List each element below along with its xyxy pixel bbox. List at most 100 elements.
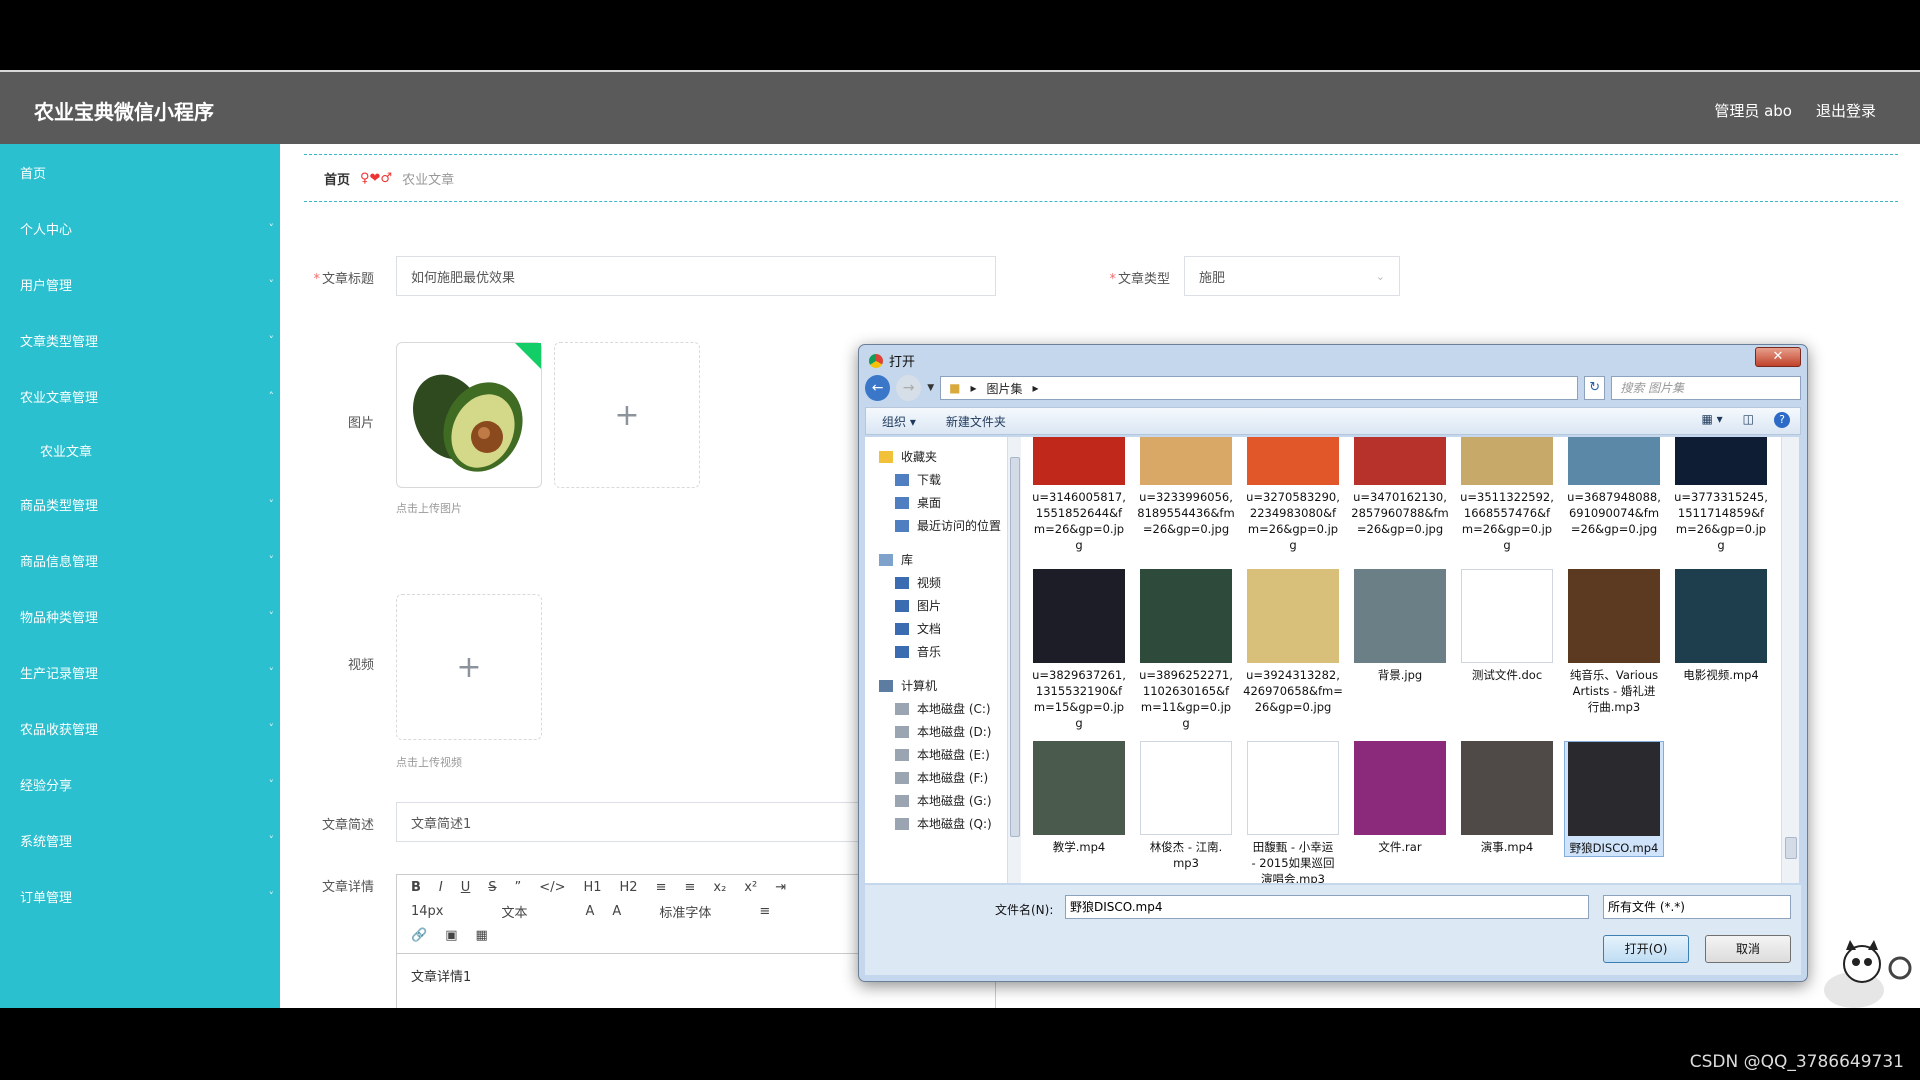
image-icon[interactable]: ▣ [445,928,457,943]
font-family-select[interactable]: 标准字体 [659,902,711,921]
nav-drive-item[interactable]: 本地磁盘 (G:) [865,789,1014,812]
underline-icon[interactable]: U [461,880,471,895]
filename-input[interactable]: 野狼DISCO.mp4 [1065,895,1589,919]
open-button[interactable]: 打开(O) [1603,935,1689,963]
align-icon[interactable]: ≡ [759,904,770,919]
sidebar-item[interactable]: 商品信息管理 ˅ [0,532,280,588]
superscript-icon[interactable]: x² [744,880,757,895]
strike-icon[interactable]: S [488,880,496,895]
address-bar[interactable]: ■ ▸ 图片集 ▸ [940,376,1578,400]
nav-favorites[interactable]: 收藏夹 [865,445,1014,468]
file-item[interactable]: 野狼DISCO.mp4 [1564,741,1664,857]
file-item[interactable]: u=3511322592, 1668557476&f m=26&gp=0.jp g [1457,437,1557,553]
file-item[interactable]: u=3470162130, 2857960788&fm =26&gp=0.jpg [1350,437,1450,537]
nav-drive-item[interactable]: 本地磁盘 (F:) [865,766,1014,789]
nav-drive-item[interactable]: 本地磁盘 (C:) [865,697,1014,720]
title-input[interactable]: 如何施肥最优效果 [396,256,996,296]
nav-computer[interactable]: 计算机 [865,674,1014,697]
sidebar-item[interactable]: 生产记录管理 ˅ [0,644,280,700]
file-item[interactable]: 测试文件.doc [1457,569,1557,683]
forward-icon[interactable]: → [896,375,922,401]
header-actions: 管理员 abo 退出登录 [1714,100,1876,121]
indent-icon[interactable]: ⇥ [775,880,786,895]
type-select[interactable]: 施肥 ⌄ [1184,256,1400,296]
bold-icon[interactable]: B [411,880,421,895]
sidebar-item[interactable]: 物品种类管理 ˅ [0,588,280,644]
preview-pane-icon[interactable]: ◫ [1743,412,1754,428]
video-icon[interactable]: ▦ [475,928,487,943]
history-dropdown-icon[interactable]: ▼ [927,383,934,393]
dialog-search-input[interactable]: 搜索 图片集 [1611,376,1801,400]
close-button[interactable]: ✕ [1755,347,1801,367]
file-type-select[interactable]: 所有文件 (*.*) [1603,895,1791,919]
block-format-select[interactable]: 文本 [502,902,528,921]
sidebar-item[interactable]: 用户管理 ˅ [0,256,280,312]
nav-favorite-item[interactable]: 桌面 [865,491,1014,514]
view-mode-icon[interactable]: ▦ ▾ [1701,412,1722,428]
nav-library-item[interactable]: 文档 [865,617,1014,640]
nav-drive-item[interactable]: 本地磁盘 (D:) [865,720,1014,743]
font-size-select[interactable]: 14px [411,904,444,919]
file-item[interactable]: u=3270583290, 2234983080&f m=26&gp=0.jp g [1243,437,1343,553]
file-item[interactable]: 田馥甄 - 小幸运 - 2015如果巡回 演唱会.mp3 [1243,741,1343,883]
ordered-list-icon[interactable]: ≡ [656,880,667,895]
file-item[interactable]: 林俊杰 - 江南. mp3 [1136,741,1236,871]
sidebar-item[interactable]: 个人中心 ˅ [0,200,280,256]
font-color-icon[interactable]: A [586,904,595,919]
file-item[interactable]: 教学.mp4 [1029,741,1129,855]
uploaded-image[interactable] [396,342,542,488]
sidebar-item[interactable]: 首页 [0,144,280,200]
h1-icon[interactable]: H1 [583,880,601,895]
file-item[interactable]: u=3773315245, 1511714859&f m=26&gp=0.jp g [1671,437,1771,553]
file-item[interactable]: u=3924313282, 426970658&fm= 26&gp=0.jpg [1243,569,1343,715]
organize-button[interactable]: 组织 ▾ [882,413,916,430]
code-icon[interactable]: </> [539,880,565,895]
nav-drive-item[interactable]: 本地磁盘 (Q:) [865,812,1014,835]
file-item[interactable]: u=3233996056, 8189554436&fm =26&gp=0.jpg [1136,437,1236,537]
sidebar-item[interactable]: 农品收获管理 ˅ [0,700,280,756]
nav-favorite-item[interactable]: 下载 [865,468,1014,491]
dialog-title: 打开 [889,355,916,370]
file-item[interactable]: u=3687948088, 691090074&fm =26&gp=0.jpg [1564,437,1664,537]
breadcrumb-home[interactable]: 首页 [324,169,350,188]
file-item[interactable]: 文件.rar [1350,741,1450,855]
file-item[interactable]: u=3829637261, 1315532190&f m=15&gp=0.jp g [1029,569,1129,731]
nav-favorite-item[interactable]: 最近访问的位置 [865,514,1014,537]
image-upload-button[interactable]: + [554,342,700,488]
sidebar-item[interactable]: 农业文章 [0,424,280,476]
file-item[interactable]: 背景.jpg [1350,569,1450,683]
nav-library-item[interactable]: 音乐 [865,640,1014,663]
sidebar-item[interactable]: 农业文章管理 ˄ [0,368,280,424]
sidebar-item[interactable]: 订单管理 ˅ [0,868,280,924]
h2-icon[interactable]: H2 [620,880,638,895]
nav-library[interactable]: 库 [865,548,1014,571]
subscript-icon[interactable]: x₂ [713,880,726,895]
help-icon[interactable]: ? [1774,412,1790,428]
file-item[interactable]: 电影视频.mp4 [1671,569,1771,683]
sidebar-item[interactable]: 文章类型管理 ˅ [0,312,280,368]
nav-library-item[interactable]: 图片 [865,594,1014,617]
refresh-icon[interactable]: ↻ [1584,376,1606,400]
video-upload-button[interactable]: + [396,594,542,740]
nav-library-item[interactable]: 视频 [865,571,1014,594]
sidebar-item[interactable]: 经验分享 ˅ [0,756,280,812]
quote-icon[interactable]: ” [515,880,522,895]
address-path[interactable]: 图片集 [987,380,1023,397]
file-item[interactable]: 演事.mp4 [1457,741,1557,855]
sidebar-item[interactable]: 商品类型管理 ˅ [0,476,280,532]
file-item[interactable]: 纯音乐、Various Artists - 婚礼进 行曲.mp3 [1564,569,1664,715]
file-item[interactable]: u=3146005817, 1551852644&f m=26&gp=0.jp g [1029,437,1129,553]
nav-scrollbar[interactable] [1007,437,1021,883]
file-scrollbar[interactable] [1781,437,1799,883]
link-icon[interactable]: 🔗 [411,928,427,943]
logout-link[interactable]: 退出登录 [1816,100,1876,121]
background-color-icon[interactable]: A [612,904,621,919]
italic-icon[interactable]: I [439,880,443,895]
file-item[interactable]: u=3896252271, 1102630165&f m=11&gp=0.jp g [1136,569,1236,731]
bullet-list-icon[interactable]: ≡ [684,880,695,895]
new-folder-button[interactable]: 新建文件夹 [946,413,1006,430]
nav-drive-item[interactable]: 本地磁盘 (E:) [865,743,1014,766]
cancel-button[interactable]: 取消 [1705,935,1791,963]
sidebar-item[interactable]: 系统管理 ˅ [0,812,280,868]
back-icon[interactable]: ← [865,375,891,401]
